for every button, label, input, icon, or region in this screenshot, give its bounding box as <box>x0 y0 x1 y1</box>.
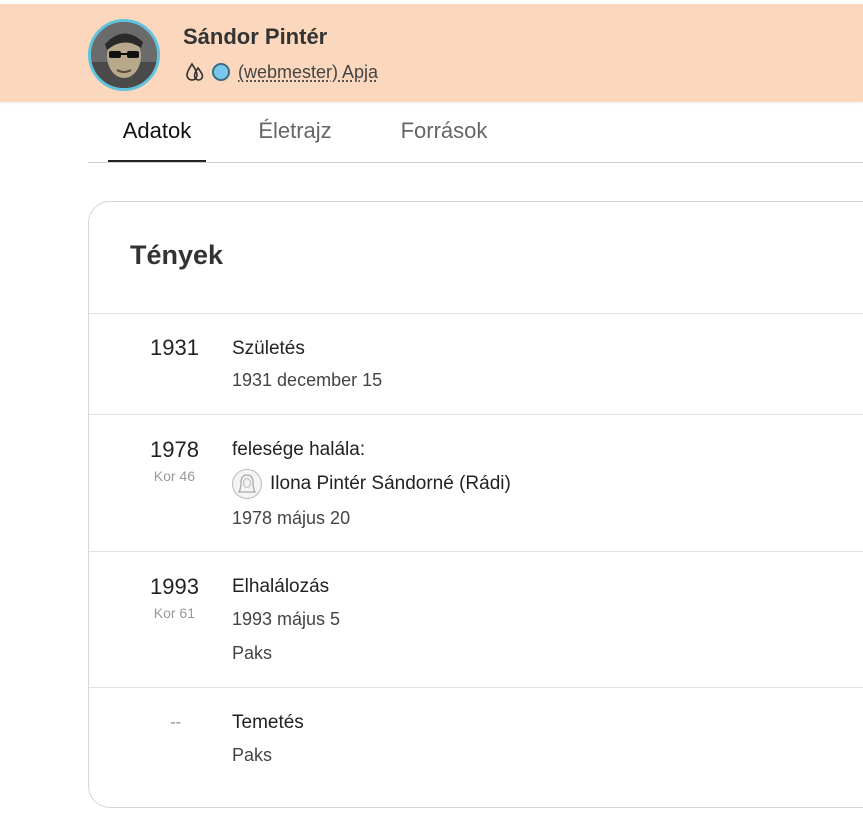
tab-adatok[interactable]: Adatok <box>108 103 206 161</box>
tab-forrasok[interactable]: Források <box>388 103 500 161</box>
portrait-photo <box>91 22 157 88</box>
fact-place: Paks <box>232 643 272 664</box>
fact-title: Temetés <box>232 712 304 734</box>
profile-header: Sándor Pintér (webmester) Apja <box>0 4 863 102</box>
profile-subline: (webmester) Apja <box>186 59 378 85</box>
female-avatar-icon <box>232 469 262 499</box>
fact-row: 1931 Születés 1931 december 15 <box>89 313 863 415</box>
fact-year: 1978 <box>89 437 199 463</box>
fact-row: -- Temetés Paks <box>89 687 863 808</box>
fact-year: 1931 <box>89 335 199 361</box>
fact-age: Kor 46 <box>89 468 195 484</box>
facts-title: Tények <box>130 240 223 271</box>
fact-date: 1978 május 20 <box>232 508 350 529</box>
tab-eletrajz[interactable]: Életrajz <box>248 103 342 161</box>
fact-date: 1993 május 5 <box>232 609 340 630</box>
tab-bar: Adatok Életrajz Források <box>88 103 863 163</box>
drops-icon <box>186 62 204 82</box>
related-person-link[interactable]: Ilona Pintér Sándorné (Rádi) <box>270 473 511 495</box>
fact-year: 1993 <box>89 574 199 600</box>
fact-row: 1993 Kor 61 Elhalálozás 1993 május 5 Pak… <box>89 551 863 688</box>
fact-age: Kor 61 <box>89 605 195 621</box>
profile-avatar[interactable] <box>88 19 160 91</box>
fact-title: Elhalálozás <box>232 576 329 598</box>
person-name: Sándor Pintér <box>183 24 327 50</box>
fact-row: 1978 Kor 46 felesége halála: Ilona Pinté… <box>89 414 863 552</box>
status-dot-icon <box>212 63 230 81</box>
fact-title: felesége halála: <box>232 439 365 461</box>
fact-title: Születés <box>232 338 305 360</box>
fact-year: -- <box>89 714 181 732</box>
related-person[interactable]: Ilona Pintér Sándorné (Rádi) <box>232 469 511 499</box>
relation-link[interactable]: (webmester) Apja <box>238 62 378 83</box>
fact-place: Paks <box>232 745 272 766</box>
facts-card: Tények 1931 Születés 1931 december 15 19… <box>88 201 863 808</box>
fact-date: 1931 december 15 <box>232 370 382 391</box>
